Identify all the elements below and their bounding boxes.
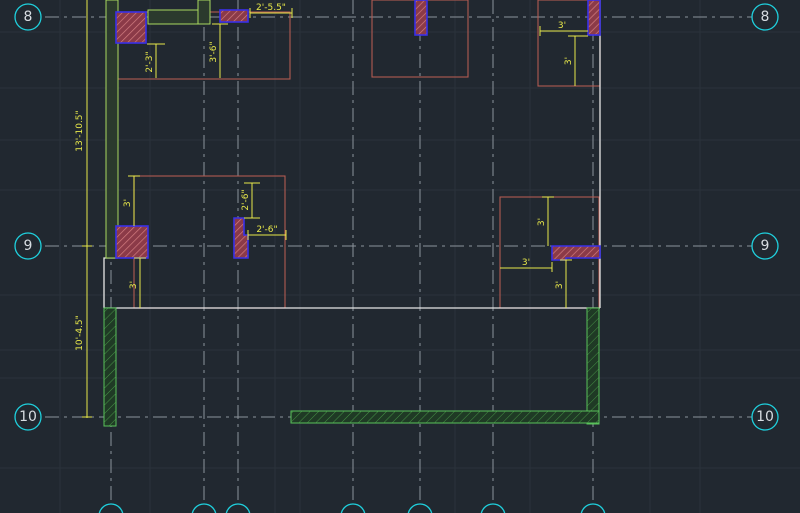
dim-label-right-run: 3' [522, 258, 530, 268]
grid-bubble-label: 10 [19, 409, 37, 425]
grid-bubble-10-right[interactable]: 10 [751, 403, 779, 431]
dim-label-right-drop-lower: 3' [555, 281, 565, 289]
dim-label-row-8-9: 13'-10.5" [75, 110, 85, 151]
grid-bubble-9-right[interactable]: 9 [751, 232, 779, 260]
dim-label-top-left-drop-a: 2'-3" [145, 51, 155, 72]
dim-label-lower-left-drop: 3' [129, 281, 139, 289]
room-mid-left[interactable] [133, 175, 286, 309]
grid-bubble-label: 10 [756, 409, 774, 425]
grid-bubble-col-3[interactable] [225, 503, 251, 513]
dimension-lines [82, 0, 588, 418]
dim-label-mid-left-drop: 3' [123, 199, 133, 207]
dim-label-top-run: 2'-5.5" [256, 3, 286, 13]
dim-label-right-drop-upper: 3' [537, 218, 547, 226]
grid-axes-vertical [110, 0, 594, 503]
column-top-beam[interactable] [219, 9, 249, 23]
dim-label-mid-center-drop: 2'-6" [241, 189, 251, 210]
column-mid-center[interactable] [233, 217, 249, 259]
grid-bubble-label: 8 [761, 9, 770, 25]
grid-bubble-9-left[interactable]: 9 [14, 232, 42, 260]
exterior-wall-left-hatch [104, 308, 116, 426]
grid-bubble-col-4[interactable] [340, 503, 366, 513]
column-right[interactable] [551, 245, 601, 261]
grid-bubble-8-right[interactable]: 8 [751, 3, 779, 31]
grid-bubble-label: 9 [761, 238, 770, 254]
cad-drawing-canvas[interactable]: 13'-10.5" 10'-4.5" 2'-5.5" 2'-3" 3'-6" 3… [0, 0, 800, 513]
columns [115, 0, 601, 261]
grid-bubble-col-2[interactable] [191, 503, 217, 513]
dim-label-top-left-drop-b: 3'-6" [209, 41, 219, 62]
grid-bubble-10-left[interactable]: 10 [14, 403, 42, 431]
dim-label-row-9-10: 10'-4.5" [75, 315, 85, 351]
column-mid-left[interactable] [115, 225, 149, 259]
column-top-left[interactable] [115, 11, 147, 44]
dim-label-mid-center-run: 2'-6" [256, 225, 277, 235]
grid-bubble-col-5[interactable] [407, 503, 433, 513]
exterior-wall-right-hatch [587, 308, 599, 424]
dim-label-top-right-run: 3' [558, 21, 566, 31]
dim-label-top-right-drop: 3' [564, 57, 574, 65]
column-top-center[interactable] [414, 0, 428, 36]
grid-bubble-col-1[interactable] [98, 503, 124, 513]
grid-bubble-label: 9 [24, 238, 33, 254]
grid-bubble-col-7[interactable] [580, 503, 606, 513]
grid-bubble-label: 8 [24, 9, 33, 25]
concrete-strip-top-post[interactable] [197, 0, 211, 25]
column-top-right[interactable] [587, 0, 601, 36]
grid-bubble-8-left[interactable]: 8 [14, 3, 42, 31]
floor-plan-drawing[interactable]: 13'-10.5" 10'-4.5" 2'-5.5" 2'-3" 3'-6" 3… [0, 0, 800, 513]
grid-bubble-col-6[interactable] [480, 503, 506, 513]
exterior-walls [103, 307, 600, 427]
exterior-wall-bottom-hatch [291, 411, 599, 423]
